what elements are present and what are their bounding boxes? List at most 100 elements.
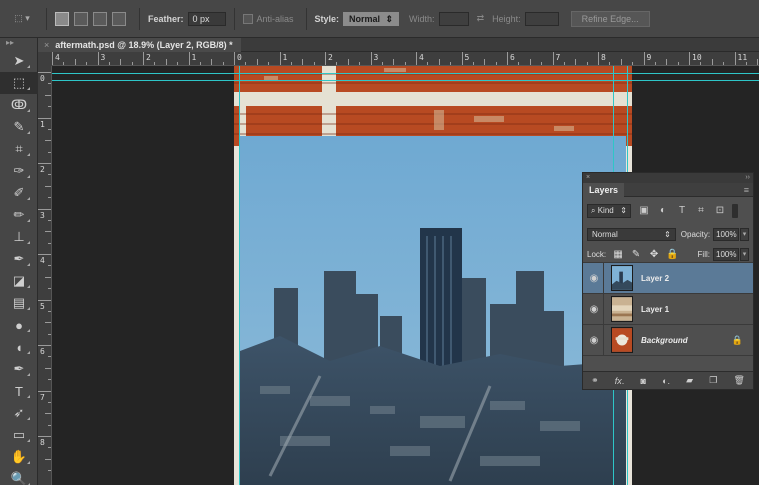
blur-tool-icon[interactable]: ● [0,314,38,336]
feather-input[interactable]: 0 px [187,11,226,26]
opacity-dropdown-icon[interactable]: ▾ [740,227,749,241]
type-tool-icon[interactable]: T [0,380,38,402]
adjustment-layer-filter-icon[interactable]: ◐ [657,205,669,217]
document-tab[interactable]: × aftermath.psd @ 18.9% (Layer 2, RGB/8)… [38,38,241,52]
rectangular-marquee-tool-icon[interactable]: ⬚ [0,72,38,94]
gradient-tool-icon[interactable]: ▤ [0,292,38,314]
move-tool-icon[interactable]: ➤ [0,50,38,72]
layer-row-background[interactable]: ◉ Background 🔒 [583,324,753,356]
ruler-minor-tick [165,59,167,65]
brush-tool-icon[interactable]: ✏ [0,204,38,226]
fill-dropdown-icon[interactable]: ▾ [740,248,749,261]
filter-kind-select[interactable]: ⌕ Kind ⇕ [587,204,631,218]
pixel-layer-filter-icon[interactable]: ▣ [638,205,650,217]
width-input[interactable] [438,11,469,26]
lock-all-icon[interactable]: 🔒 [666,249,678,260]
ruler-tick [598,52,599,65]
horizontal-ruler[interactable]: 4 3 2 1 0 1 2 3 4 5 6 7 8 9 10 11 [52,52,759,66]
swap-icon[interactable]: ⇄ [477,13,485,24]
link-layers-icon[interactable]: ⚭ [591,375,599,386]
rectangle-tool-icon[interactable]: ▭ [0,424,38,446]
new-layer-icon[interactable]: ❐ [709,375,717,386]
fill-input[interactable]: 100% [713,248,739,261]
style-label: Style: [314,13,340,24]
document-canvas[interactable] [234,66,632,485]
path-selection-tool-icon[interactable]: ➶ [0,402,38,424]
visibility-eye-icon[interactable]: ◉ [585,304,603,315]
close-panel-icon[interactable]: × [586,173,590,183]
ruler-origin[interactable] [38,52,52,66]
city-skyline-image [240,136,626,485]
new-group-icon[interactable]: ▰ [686,375,693,386]
marquee-preset-icon: ⬚ ▾ [14,13,30,23]
history-brush-tool-icon[interactable]: ✒ [0,248,38,270]
layer-name[interactable]: Background [641,336,688,345]
guide-horizontal[interactable] [52,80,759,81]
ruler-minor-tick [313,62,315,65]
lock-transparent-pixels-icon[interactable]: ▦ [612,249,624,260]
subtract-from-selection-button[interactable] [93,11,107,26]
vertical-ruler[interactable]: 0 1 2 3 4 5 6 7 8 [38,66,52,485]
style-select[interactable]: Normal ⇕ [343,11,400,26]
intersect-selection-button[interactable] [112,11,126,26]
hand-tool-icon[interactable]: ✋ [0,446,38,468]
layer-name[interactable]: Layer 2 [641,274,669,283]
layer-row-layer-1[interactable]: ◉ Layer 1 [583,293,753,325]
add-to-selection-button[interactable] [74,11,88,26]
height-input[interactable] [524,11,559,26]
blend-mode-select[interactable]: Normal ⇕ [587,227,676,241]
dodge-tool-icon[interactable]: ◖ [0,336,38,358]
close-icon[interactable]: × [44,38,49,52]
visibility-eye-icon[interactable]: ◉ [585,273,603,284]
adjustment-layer-icon[interactable]: ◐. [662,376,670,386]
eraser-tool-icon[interactable]: ◪ [0,270,38,292]
ruler-minor-tick [45,140,51,142]
eyedropper-tool-icon[interactable]: ✑ [0,160,38,182]
fx-icon[interactable]: fx. [615,376,625,386]
lasso-tool-icon[interactable]: ↂ [0,94,38,116]
opacity-input[interactable]: 100% [713,227,740,241]
collapse-panel-icon[interactable]: ›› [745,173,750,183]
tool-preset-picker[interactable]: ⬚ ▾ [6,9,38,29]
quick-selection-tool-icon[interactable]: ✎ [0,116,38,138]
layer-thumbnail [611,327,633,353]
layer-lock-icon[interactable]: 🔒 [732,335,743,346]
layer-row-layer-2[interactable]: ◉ Layer 2 [583,262,753,294]
visibility-eye-icon[interactable]: ◉ [585,335,603,346]
filter-toggle[interactable] [732,204,738,218]
ruler-tick [370,52,372,65]
layers-tab[interactable]: Layers [583,183,625,197]
clone-stamp-tool-icon[interactable]: ⊥ [0,226,38,248]
shape-layer-filter-icon[interactable]: ⌗ [695,205,707,217]
type-layer-filter-icon[interactable]: T [676,205,688,217]
ruler-label: 6 [510,53,515,62]
ruler-minor-tick [381,62,383,65]
anti-alias-checkbox[interactable] [242,13,253,24]
ruler-minor-tick [609,62,611,65]
tools-panel-grip[interactable]: ▸▸ [0,38,37,50]
guide-vertical[interactable] [239,66,240,485]
ruler-minor-tick [757,59,759,65]
ruler-minor-tick [723,62,725,65]
crop-tool-icon[interactable]: ⌗ [0,138,38,160]
lock-image-pixels-icon[interactable]: ✎ [630,249,642,260]
smart-object-filter-icon[interactable]: ⊡ [714,205,726,217]
panel-menu-icon[interactable]: ≡ [744,183,749,197]
layer-name[interactable]: Layer 1 [641,305,669,314]
pen-tool-icon[interactable]: ✒ [0,358,38,380]
new-selection-button[interactable] [55,11,69,26]
lock-position-icon[interactable]: ✥ [648,249,660,260]
ruler-minor-tick [131,62,133,65]
ruler-tick [38,299,51,301]
layers-panel-titlebar[interactable]: × ›› [583,173,753,183]
photoshop-window: ⬚ ▾ Feather: 0 px Anti-alias Style: Norm… [0,0,759,485]
spot-healing-brush-icon[interactable]: ✐ [0,182,38,204]
zoom-tool-icon[interactable]: 🔍 [0,468,38,485]
ruler-tick [643,52,645,65]
delete-layer-icon[interactable]: 🗑 [733,375,744,386]
refine-edge-button[interactable]: Refine Edge... [570,10,650,27]
opacity-label: Opacity: [680,229,711,239]
filter-row: ⌕ Kind ⇕ ▣ ◐ T ⌗ ⊡ [583,203,753,219]
guide-horizontal[interactable] [52,73,759,74]
add-mask-icon[interactable]: ◙ [640,376,645,386]
